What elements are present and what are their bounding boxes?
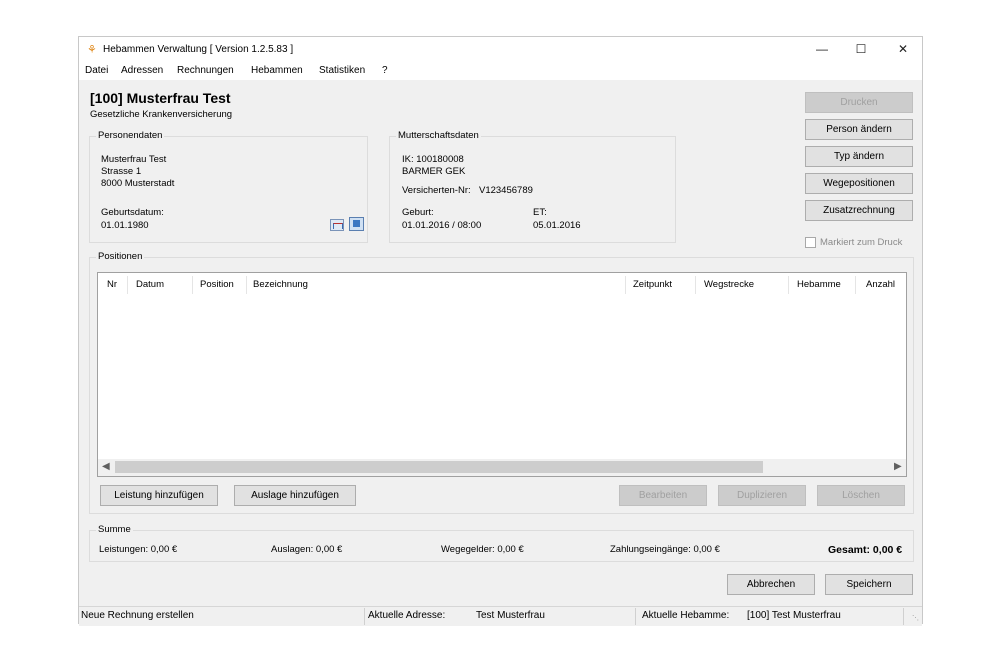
- app-icon: ⚘: [87, 44, 97, 56]
- et-value: 05.01.2016: [533, 220, 581, 231]
- column-nr[interactable]: Nr: [107, 279, 117, 290]
- ik-number: IK: 100180008: [402, 154, 464, 165]
- summe-group: Summe Leistungen: 0,00 € Auslagen: 0,00 …: [89, 524, 914, 562]
- markiert-checkbox[interactable]: [805, 237, 816, 248]
- zahlungseingaenge-sum: Zahlungseingänge: 0,00 €: [610, 544, 720, 555]
- column-bezeichnung[interactable]: Bezeichnung: [253, 279, 308, 290]
- status-adresse-label: Aktuelle Adresse:: [368, 610, 446, 621]
- status-hebamme-value: [100] Test Musterfrau: [747, 610, 841, 621]
- person-aendern-button[interactable]: Person ändern: [805, 119, 913, 140]
- positionen-group: Positionen Nr Datum Position Bezeichnung…: [89, 251, 914, 514]
- versicherten-label: Versicherten-Nr:: [402, 185, 471, 196]
- wegepositionen-button[interactable]: Wegepositionen: [805, 173, 913, 194]
- minimize-button[interactable]: —: [804, 37, 840, 62]
- positionen-list[interactable]: Nr Datum Position Bezeichnung Zeitpunkt …: [97, 272, 907, 477]
- column-zeitpunkt[interactable]: Zeitpunkt: [633, 279, 672, 290]
- column-datum[interactable]: Datum: [136, 279, 164, 290]
- auslage-hinzufuegen-button[interactable]: Auslage hinzufügen: [234, 485, 356, 506]
- insurance-type: Gesetzliche Krankenversicherung: [90, 109, 233, 120]
- page-title: [100] Musterfrau Test: [90, 90, 231, 106]
- typ-aendern-button[interactable]: Typ ändern: [805, 146, 913, 167]
- auslagen-sum: Auslagen: 0,00 €: [271, 544, 343, 555]
- title-bar: ⚘ Hebammen Verwaltung [ Version 1.2.5.83…: [79, 37, 922, 62]
- mutterschaft-title: Mutterschaftsdaten: [396, 130, 481, 141]
- person-name: Musterfrau Test: [101, 154, 167, 165]
- column-hebamme[interactable]: Hebamme: [797, 279, 841, 290]
- krankenkasse: BARMER GEK: [402, 166, 466, 177]
- column-anzahl[interactable]: Anzahl: [866, 279, 895, 290]
- gesamt-sum: Gesamt: 0,00 €: [828, 544, 903, 556]
- drucken-button[interactable]: Drucken: [805, 92, 913, 113]
- wegegelder-sum: Wegegelder: 0,00 €: [441, 544, 524, 555]
- abbrechen-button[interactable]: Abbrechen: [727, 574, 815, 595]
- menu-bar: Datei Adressen Rechnungen Hebammen Stati…: [79, 62, 922, 80]
- column-position[interactable]: Position: [200, 279, 234, 290]
- positionen-title: Positionen: [96, 251, 145, 262]
- loeschen-button[interactable]: Löschen: [817, 485, 905, 506]
- et-label: ET:: [533, 207, 547, 218]
- geburt-value: 01.01.2016 / 08:00: [402, 220, 482, 231]
- duplizieren-button[interactable]: Duplizieren: [718, 485, 806, 506]
- menu-datei[interactable]: Datei: [85, 65, 108, 76]
- column-wegstrecke[interactable]: Wegstrecke: [704, 279, 754, 290]
- birth-value: 01.01.1980: [101, 220, 149, 231]
- mutterschaft-group: Mutterschaftsdaten IK: 100180008 BARMER …: [389, 130, 676, 243]
- menu-hebammen[interactable]: Hebammen: [251, 65, 303, 76]
- person-city: 8000 Musterstadt: [101, 178, 175, 189]
- versicherten-value: V123456789: [479, 185, 533, 196]
- speichern-button[interactable]: Speichern: [825, 574, 913, 595]
- status-message: Neue Rechnung erstellen: [81, 610, 194, 621]
- markiert-label: Markiert zum Druck: [820, 237, 903, 248]
- status-hebamme-label: Aktuelle Hebamme:: [642, 610, 730, 621]
- close-button[interactable]: ✕: [885, 37, 921, 62]
- contact-card-icon[interactable]: [349, 217, 364, 231]
- birth-label: Geburtsdatum:: [101, 207, 164, 218]
- zusatzrechnung-button[interactable]: Zusatzrechnung: [805, 200, 913, 221]
- menu-statistiken[interactable]: Statistiken: [319, 65, 365, 76]
- geburt-label: Geburt:: [402, 207, 434, 218]
- resize-grip-icon[interactable]: ⋱: [912, 614, 919, 622]
- status-adresse-value: Test Musterfrau: [476, 610, 545, 621]
- person-street: Strasse 1: [101, 166, 142, 177]
- window-title: Hebammen Verwaltung [ Version 1.2.5.83 ]: [103, 44, 294, 55]
- main-window: ⚘ Hebammen Verwaltung [ Version 1.2.5.83…: [78, 36, 923, 626]
- personendaten-title: Personendaten: [96, 130, 165, 141]
- status-bar: Neue Rechnung erstellen Aktuelle Adresse…: [79, 606, 922, 626]
- leistungen-sum: Leistungen: 0,00 €: [99, 544, 178, 555]
- bearbeiten-button[interactable]: Bearbeiten: [619, 485, 707, 506]
- horizontal-scrollbar[interactable]: ◀ ▶: [98, 459, 906, 476]
- menu-help[interactable]: ?: [382, 65, 388, 76]
- scroll-left-icon[interactable]: ◀: [102, 461, 110, 472]
- scrollbar-thumb[interactable]: [115, 461, 763, 473]
- leistung-hinzufuegen-button[interactable]: Leistung hinzufügen: [100, 485, 218, 506]
- menu-adressen[interactable]: Adressen: [121, 65, 163, 76]
- summe-title: Summe: [96, 524, 133, 535]
- email-icon[interactable]: [330, 219, 344, 231]
- scroll-right-icon[interactable]: ▶: [894, 461, 902, 472]
- maximize-button[interactable]: ☐: [843, 37, 879, 62]
- personendaten-group: Personendaten Musterfrau Test Strasse 1 …: [89, 130, 368, 243]
- menu-rechnungen[interactable]: Rechnungen: [177, 65, 234, 76]
